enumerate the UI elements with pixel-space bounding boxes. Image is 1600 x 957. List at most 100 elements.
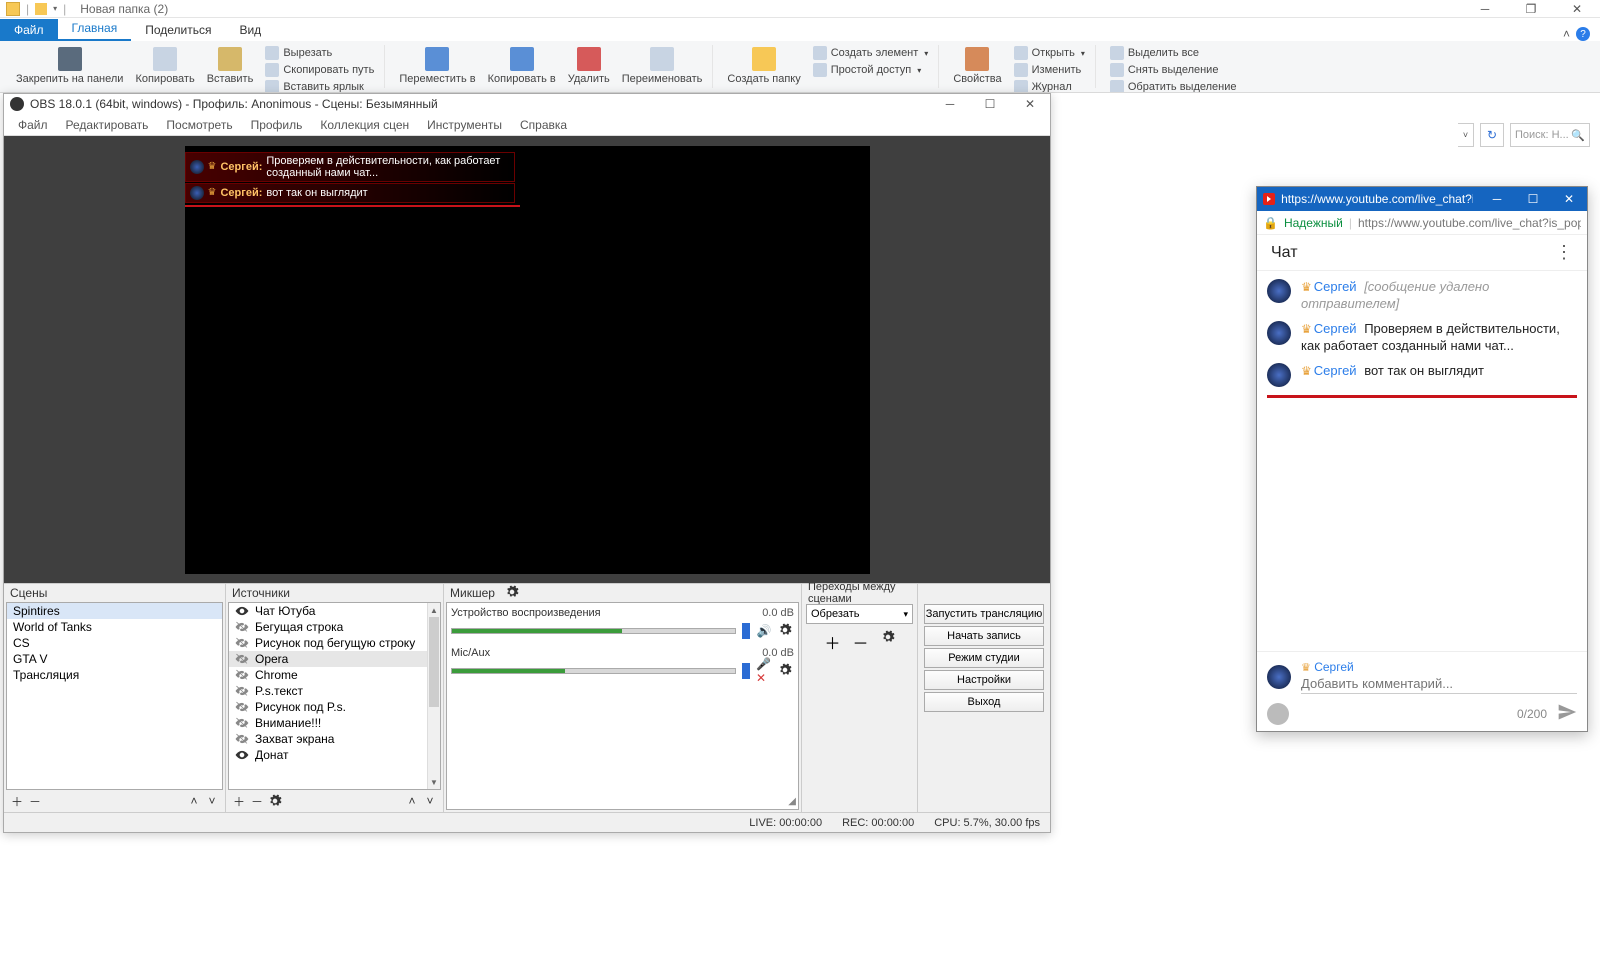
scenes-list[interactable]: Spintires World of Tanks CS GTA V Трансл… bbox=[6, 602, 223, 790]
emoji-icon[interactable] bbox=[1267, 703, 1289, 725]
scroll-thumb[interactable] bbox=[429, 617, 439, 707]
more-icon[interactable]: ⋮ bbox=[1555, 242, 1573, 263]
yt-titlebar[interactable]: https://www.youtube.com/live_chat?is_p..… bbox=[1257, 187, 1587, 211]
tab-view[interactable]: Вид bbox=[225, 19, 275, 41]
eye-icon[interactable] bbox=[235, 604, 249, 618]
start-record-button[interactable]: Начать запись bbox=[924, 626, 1044, 646]
eye-off-icon[interactable] bbox=[235, 652, 249, 666]
scroll-up-icon[interactable]: ▲ bbox=[428, 603, 440, 617]
address-dropdown[interactable]: ˅ bbox=[1458, 123, 1474, 147]
eye-off-icon[interactable] bbox=[235, 636, 249, 650]
resize-grip-icon[interactable]: ◢ bbox=[788, 796, 796, 807]
scrollbar[interactable]: ▲▼ bbox=[427, 603, 440, 789]
scene-item[interactable]: CS bbox=[7, 635, 222, 651]
source-item[interactable]: Рисунок под бегущую строку bbox=[229, 635, 440, 651]
obs-titlebar[interactable]: OBS 18.0.1 (64bit, windows) - Профиль: A… bbox=[4, 94, 1050, 114]
menu-file[interactable]: Файл bbox=[10, 116, 56, 134]
menu-profile[interactable]: Профиль bbox=[243, 116, 311, 134]
invertsel-button[interactable]: Обратить выделение bbox=[1106, 79, 1241, 93]
transition-select[interactable]: Обрезать▾ bbox=[806, 604, 913, 624]
scroll-down-icon[interactable]: ▼ bbox=[428, 775, 440, 789]
eye-off-icon[interactable] bbox=[235, 684, 249, 698]
remove-icon[interactable]: － bbox=[853, 630, 869, 654]
eye-off-icon[interactable] bbox=[235, 716, 249, 730]
yt-maximize-button[interactable]: ☐ bbox=[1515, 187, 1551, 211]
eye-icon[interactable] bbox=[235, 748, 249, 762]
source-item[interactable]: Бегущая строка bbox=[229, 619, 440, 635]
menu-scenecol[interactable]: Коллекция сцен bbox=[312, 116, 417, 134]
speaker-icon[interactable]: 🔊 bbox=[756, 623, 772, 639]
settings-button[interactable]: Настройки bbox=[924, 670, 1044, 690]
pin-button[interactable]: Закрепить на панели bbox=[12, 45, 127, 87]
send-icon[interactable] bbox=[1557, 702, 1577, 725]
mic-muted-icon[interactable]: 🎤✕ bbox=[756, 663, 772, 679]
scene-item[interactable]: World of Tanks bbox=[7, 619, 222, 635]
add-icon[interactable]: ＋ bbox=[232, 794, 246, 808]
help-icon[interactable]: ? bbox=[1576, 27, 1590, 41]
eye-off-icon[interactable] bbox=[235, 732, 249, 746]
obs-maximize-button[interactable]: ☐ bbox=[970, 94, 1010, 114]
copyto-button[interactable]: Копировать в bbox=[484, 45, 560, 87]
yt-messages[interactable]: ♛Сергей [сообщение удалено отправителем]… bbox=[1257, 271, 1587, 651]
source-item[interactable]: P.s.текст bbox=[229, 683, 440, 699]
gear-icon[interactable] bbox=[778, 663, 794, 679]
gear-icon[interactable] bbox=[778, 623, 794, 639]
menu-view[interactable]: Посмотреть bbox=[158, 116, 240, 134]
history-button[interactable]: Журнал bbox=[1010, 79, 1089, 93]
source-item[interactable]: Opera bbox=[229, 651, 440, 667]
tab-share[interactable]: Поделиться bbox=[131, 19, 225, 41]
source-item[interactable]: Донат bbox=[229, 747, 440, 763]
moveto-button[interactable]: Переместить в bbox=[395, 45, 479, 87]
gear-icon[interactable] bbox=[268, 794, 282, 808]
selectnone-button[interactable]: Снять выделение bbox=[1106, 62, 1241, 78]
obs-close-button[interactable]: ✕ bbox=[1010, 94, 1050, 114]
sources-list[interactable]: Чат ЮтубаБегущая строкаРисунок под бегущ… bbox=[228, 602, 441, 790]
easyaccess-button[interactable]: Простой доступ▾ bbox=[809, 62, 933, 78]
selectall-button[interactable]: Выделить все bbox=[1106, 45, 1241, 61]
refresh-button[interactable]: ↻ bbox=[1480, 123, 1504, 147]
source-item[interactable]: Захват экрана bbox=[229, 731, 440, 747]
newitem-button[interactable]: Создать элемент▾ bbox=[809, 45, 933, 61]
gear-icon[interactable] bbox=[505, 585, 519, 602]
minimize-button[interactable]: ─ bbox=[1462, 0, 1508, 18]
source-item[interactable]: Чат Ютуба bbox=[229, 603, 440, 619]
yt-minimize-button[interactable]: ─ bbox=[1479, 187, 1515, 211]
close-button[interactable]: ✕ bbox=[1554, 0, 1600, 18]
edit-button[interactable]: Изменить bbox=[1010, 62, 1089, 78]
maximize-button[interactable]: ❐ bbox=[1508, 0, 1554, 18]
menu-edit[interactable]: Редактировать bbox=[58, 116, 157, 134]
newfolder-button[interactable]: Создать папку bbox=[723, 45, 804, 87]
exit-button[interactable]: Выход bbox=[924, 692, 1044, 712]
gear-icon[interactable] bbox=[881, 630, 895, 654]
comment-input[interactable] bbox=[1301, 674, 1577, 694]
tab-home[interactable]: Главная bbox=[58, 17, 132, 41]
volume-slider[interactable] bbox=[742, 623, 750, 639]
eye-off-icon[interactable] bbox=[235, 668, 249, 682]
add-icon[interactable]: ＋ bbox=[824, 630, 840, 654]
cut-button[interactable]: Вырезать bbox=[261, 45, 378, 61]
paste-button[interactable]: Вставить bbox=[203, 45, 258, 87]
search-input[interactable]: Поиск: Н...🔍 bbox=[1510, 123, 1590, 147]
source-item[interactable]: Chrome bbox=[229, 667, 440, 683]
menu-tools[interactable]: Инструменты bbox=[419, 116, 510, 134]
properties-button[interactable]: Свойства bbox=[949, 45, 1005, 87]
open-button[interactable]: Открыть▾ bbox=[1010, 45, 1089, 61]
eye-off-icon[interactable] bbox=[235, 700, 249, 714]
source-item[interactable]: Рисунок под P.s. bbox=[229, 699, 440, 715]
source-item[interactable]: Внимание!!! bbox=[229, 715, 440, 731]
start-stream-button[interactable]: Запустить трансляцию bbox=[924, 604, 1044, 624]
remove-icon[interactable]: － bbox=[250, 794, 264, 808]
volume-slider[interactable] bbox=[742, 663, 750, 679]
down-icon[interactable]: ˅ bbox=[423, 794, 437, 808]
qat-dropdown-icon[interactable]: ▾ bbox=[53, 4, 57, 13]
remove-icon[interactable]: － bbox=[28, 794, 42, 808]
tab-file[interactable]: Файл bbox=[0, 19, 58, 41]
copypath-button[interactable]: Скопировать путь bbox=[261, 62, 378, 78]
up-icon[interactable]: ˄ bbox=[405, 794, 419, 808]
studio-mode-button[interactable]: Режим студии bbox=[924, 648, 1044, 668]
rename-button[interactable]: Переименовать bbox=[618, 45, 707, 87]
menu-help[interactable]: Справка bbox=[512, 116, 575, 134]
scene-item[interactable]: Трансляция bbox=[7, 667, 222, 683]
yt-close-button[interactable]: ✕ bbox=[1551, 187, 1587, 211]
scene-item[interactable]: Spintires bbox=[7, 603, 222, 619]
